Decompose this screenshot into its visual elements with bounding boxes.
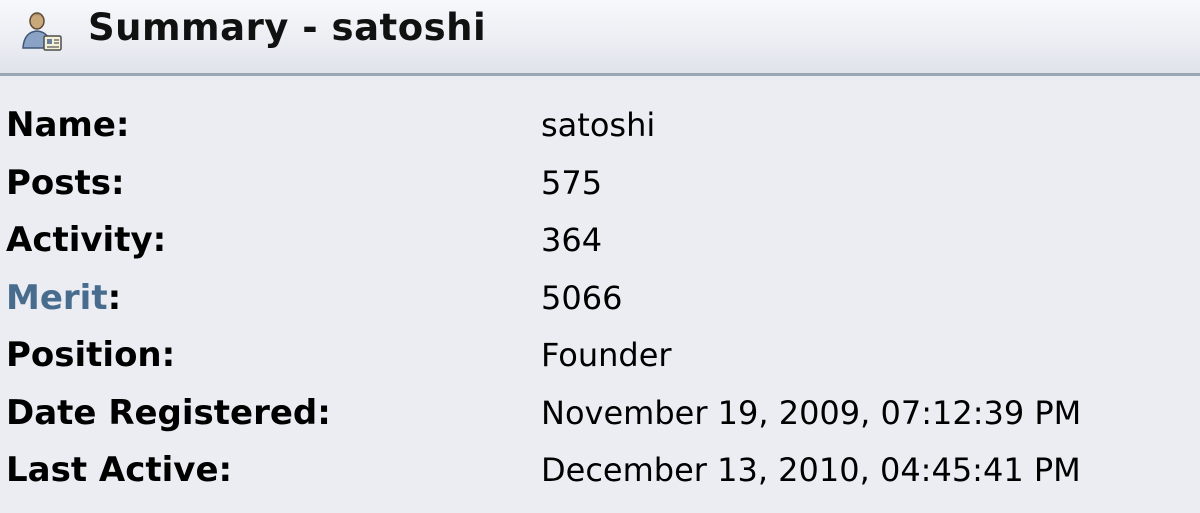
page-title: Summary - satoshi xyxy=(88,6,487,49)
merit-value: 5066 xyxy=(541,278,623,317)
activity-label: Activity: xyxy=(6,220,167,260)
activity-value: 364 xyxy=(541,221,603,259)
name-label: Name: xyxy=(6,105,130,145)
profile-details-list: Name: satoshi Posts: 575 Activity: 364 M… xyxy=(0,100,1200,503)
profile-row-position: Position: Founder xyxy=(0,330,1200,388)
profile-row-posts: Posts: 575 xyxy=(0,158,1200,216)
profile-row-merit: Merit: 5066 xyxy=(0,273,1200,331)
posts-value: 575 xyxy=(541,163,603,202)
last-active-label: Last Active: xyxy=(6,450,233,490)
profile-row-activity: Activity: 364 xyxy=(0,215,1200,273)
merit-link[interactable]: Merit xyxy=(6,278,108,318)
profile-row-last-active: Last Active: December 13, 2010, 04:45:41… xyxy=(0,445,1200,503)
last-active-value: December 13, 2010, 04:45:41 PM xyxy=(541,451,1081,489)
profile-row-date-registered: Date Registered: November 19, 2009, 07:1… xyxy=(0,388,1200,446)
name-value: satoshi xyxy=(541,106,656,144)
date-registered-value: November 19, 2009, 07:12:39 PM xyxy=(541,393,1082,432)
position-label: Position: xyxy=(6,335,176,375)
profile-row-name: Name: satoshi xyxy=(0,100,1200,158)
merit-label-colon: : xyxy=(107,277,122,318)
summary-header: Summary - satoshi xyxy=(0,0,1200,76)
profile-summary-panel: Summary - satoshi Name: satoshi Posts: 5… xyxy=(0,0,1200,513)
posts-label: Posts: xyxy=(6,162,125,203)
user-profile-icon xyxy=(18,10,64,56)
position-value: Founder xyxy=(541,336,672,374)
date-registered-label: Date Registered: xyxy=(6,392,331,433)
merit-label: Merit: xyxy=(6,273,121,323)
